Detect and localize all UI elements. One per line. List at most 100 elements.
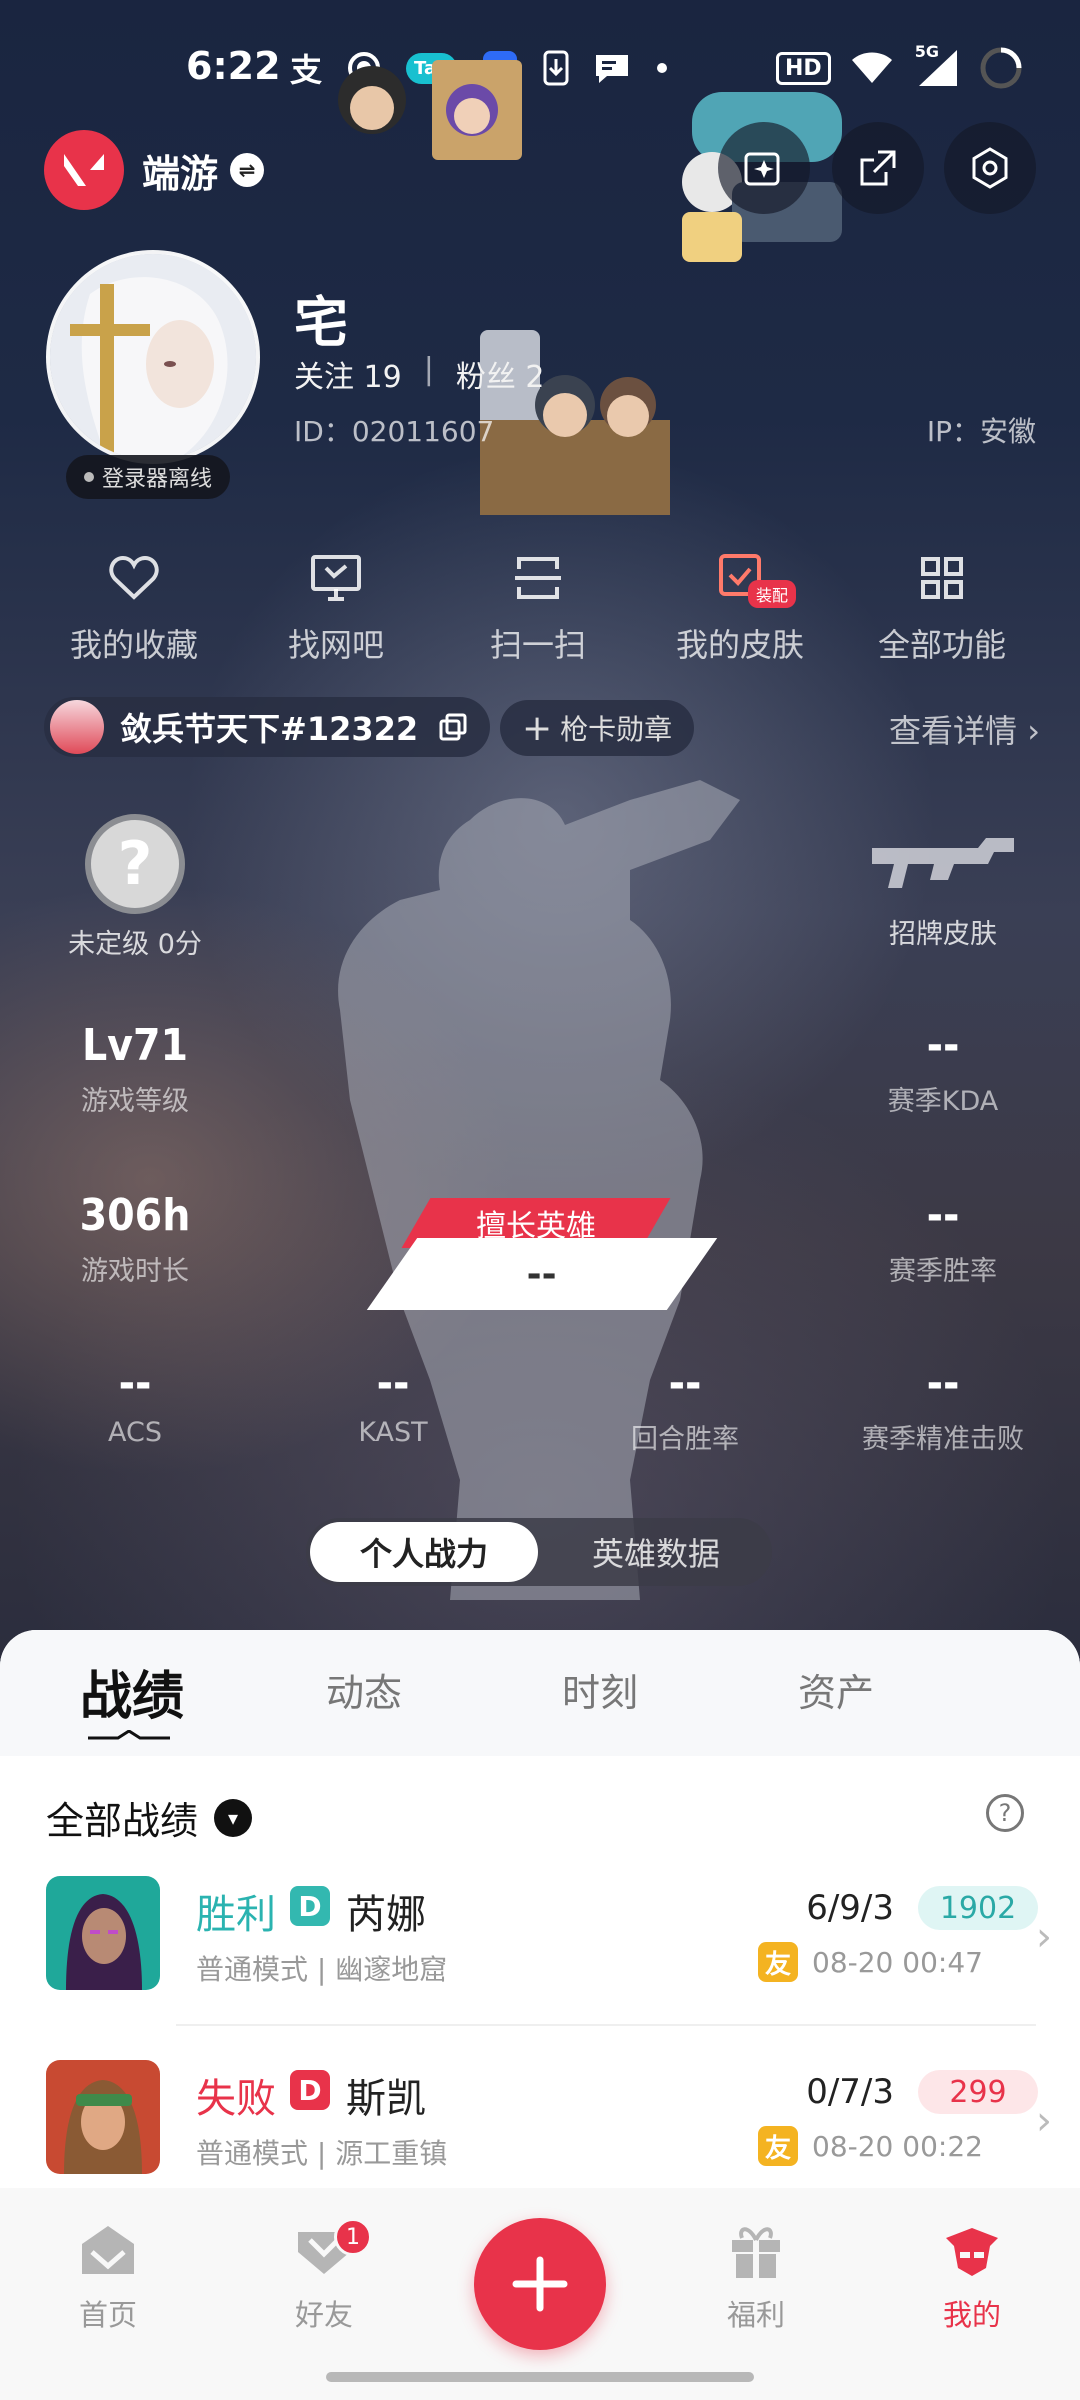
rank-letter-badge: D xyxy=(290,2070,330,2110)
nav-welfare[interactable]: 福利 xyxy=(686,2214,826,2334)
playtime-label: 游戏时长 xyxy=(81,1256,189,1287)
winrate-label: 赛季胜率 xyxy=(889,1256,997,1287)
round-winrate-stat: -- 回合胜率 xyxy=(570,1358,800,1456)
dot-icon xyxy=(657,63,668,73)
app-switcher[interactable]: 端游 ⇌ xyxy=(44,130,265,210)
signature-skin-label: 招牌皮肤 xyxy=(889,919,997,950)
share-button[interactable] xyxy=(832,122,924,214)
share-icon xyxy=(860,150,896,186)
kda-label: 赛季KDA xyxy=(887,1086,999,1117)
status-bar: 6:22 支 Tap HD 5G xyxy=(0,0,1080,140)
nav-friends[interactable]: 1 好友 xyxy=(254,2214,394,2334)
home-indicator[interactable] xyxy=(326,2372,754,2382)
bottom-nav: 首页 1 好友 福利 我的 xyxy=(0,2188,1080,2400)
kast-value: -- xyxy=(376,1358,410,1409)
nav-label: 好友 xyxy=(294,2298,353,2332)
fans-count[interactable]: 粉丝 2 xyxy=(456,352,545,396)
rank-letter-badge: D xyxy=(290,1886,330,1926)
best-hero-box[interactable]: -- xyxy=(366,1238,718,1310)
playtime-stat: 306h 游戏时长 xyxy=(20,1190,250,1288)
settings-button[interactable] xyxy=(944,122,1036,214)
playtime-value: 306h xyxy=(79,1190,191,1241)
signature-skin-stat[interactable]: 招牌皮肤 xyxy=(828,830,1058,951)
gun-icon xyxy=(872,838,1014,888)
match-mode-map: 普通模式 | 幽邃地窟 xyxy=(196,1953,448,1986)
follow-separator: | xyxy=(423,352,434,387)
content-tabs: 战绩 动态 时刻 资产 xyxy=(0,1630,1080,1756)
chevron-right-icon: › xyxy=(1036,2098,1052,2144)
create-post-button[interactable] xyxy=(474,2218,606,2350)
view-details-label: 查看详情 xyxy=(889,712,1018,750)
toggle-hero-data[interactable]: 英雄数据 xyxy=(546,1522,766,1582)
quick-action-label: 找网吧 xyxy=(287,626,384,664)
match-result: 胜利 xyxy=(196,1892,276,1938)
tab-assets[interactable]: 资产 xyxy=(798,1662,874,1717)
quick-action-label: 我的皮肤 xyxy=(675,626,804,664)
status-dot xyxy=(84,472,94,482)
signal-5g-icon: 5G xyxy=(913,42,959,88)
gun-card-medal-button[interactable]: + 枪卡勋章 xyxy=(500,700,695,756)
plus-icon xyxy=(512,2256,568,2312)
game-avatar xyxy=(50,700,104,754)
quick-actions: 我的收藏 找网吧 扫一扫 装配 我的皮肤 全部功能 xyxy=(0,550,1080,670)
battery-icon xyxy=(980,47,1022,89)
round-winrate-value: -- xyxy=(668,1358,702,1409)
records-filter[interactable]: 全部战绩 ▾ xyxy=(46,1790,253,1845)
quick-action-label: 我的收藏 xyxy=(69,626,198,664)
medal-label: 枪卡勋章 xyxy=(560,713,673,746)
quick-action-label: 全部功能 xyxy=(877,626,1006,664)
following-count[interactable]: 关注 19 xyxy=(294,352,402,396)
switch-icon: ⇌ xyxy=(230,153,265,187)
agent-avatar-reyna xyxy=(46,1876,160,1990)
chevron-right-icon: › xyxy=(1027,712,1040,750)
filter-label: 全部战绩 xyxy=(46,1799,199,1843)
quick-action-scan[interactable]: 扫一扫 xyxy=(438,550,638,666)
level-value: Lv71 xyxy=(81,1020,189,1071)
quick-action-all[interactable]: 全部功能 xyxy=(842,550,1042,666)
match-time: 08-20 00:47 xyxy=(812,1946,983,1979)
match-score: 1902 xyxy=(918,1886,1038,1930)
tab-feed[interactable]: 动态 xyxy=(326,1662,402,1717)
copy-icon[interactable] xyxy=(438,712,468,742)
mode-toggle: 个人战力 英雄数据 xyxy=(306,1518,772,1586)
match-row[interactable]: 胜利 D 芮娜 普通模式 | 幽邃地窟 6/9/3 1902 友 08-20 0… xyxy=(0,1876,1080,2036)
nav-me[interactable]: 我的 xyxy=(902,2214,1042,2334)
monitor-icon xyxy=(311,555,361,601)
message-icon xyxy=(596,55,629,83)
friends-badge: 1 xyxy=(334,2218,372,2256)
help-icon[interactable]: ? xyxy=(986,1794,1024,1832)
clock: 6:22 xyxy=(186,44,281,88)
nav-home[interactable]: 首页 xyxy=(38,2214,178,2334)
follow-stats: 关注 19 | 粉丝 2 xyxy=(294,352,544,396)
precision-label: 赛季精准击败 xyxy=(862,1424,1024,1455)
avatar[interactable] xyxy=(46,250,260,464)
level-label: 游戏等级 xyxy=(81,1086,189,1117)
rank-label: 未定级 0分 xyxy=(68,929,202,960)
kast-stat: -- KAST xyxy=(278,1358,508,1448)
ai-sparkle-icon xyxy=(744,152,780,186)
acs-label: ACS xyxy=(108,1417,162,1448)
ai-sparkle-button[interactable] xyxy=(718,122,810,214)
friend-tag: 友 xyxy=(758,1942,798,1982)
rank-stat[interactable]: ? 未定级 0分 xyxy=(20,814,250,961)
game-account-chip[interactable]: 敛兵节天下#12322 xyxy=(44,697,491,757)
match-kda: 6/9/3 xyxy=(806,1888,894,1928)
quick-action-favorites[interactable]: 我的收藏 xyxy=(34,550,234,666)
quick-action-find-cafe[interactable]: 找网吧 xyxy=(236,550,436,666)
friend-tag: 友 xyxy=(758,2126,798,2166)
chevron-down-icon: ▾ xyxy=(214,1798,253,1837)
quick-action-skins[interactable]: 装配 我的皮肤 xyxy=(640,550,840,666)
user-id[interactable]: ID：02011607 xyxy=(294,410,494,450)
toggle-personal-power[interactable]: 个人战力 xyxy=(310,1522,538,1582)
match-time: 08-20 00:22 xyxy=(812,2130,983,2163)
launcher-status-tag: 登录器离线 xyxy=(66,455,231,499)
winrate-stat: -- 赛季胜率 xyxy=(828,1190,1058,1288)
tab-underline xyxy=(88,1730,170,1740)
tab-records[interactable]: 战绩 xyxy=(80,1654,184,1729)
view-details-link[interactable]: 查看详情 › xyxy=(889,706,1040,752)
scan-icon xyxy=(515,557,561,599)
tab-moments[interactable]: 时刻 xyxy=(562,1662,638,1717)
gift-icon xyxy=(732,2227,780,2278)
plus-small-icon: + xyxy=(522,707,553,749)
agent-name: 芮娜 xyxy=(346,1892,426,1938)
